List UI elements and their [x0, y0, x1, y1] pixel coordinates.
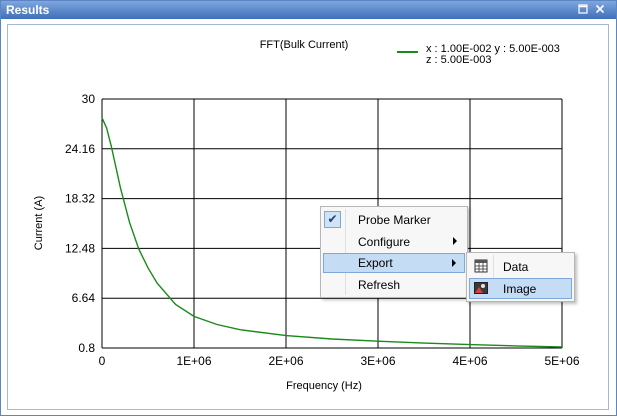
x-axis-label: Frequency (Hz)	[286, 380, 362, 392]
menu-item-configure[interactable]: Configure	[323, 232, 465, 252]
legend-line2: z : 5.00E-003	[426, 54, 491, 66]
chevron-right-icon	[453, 237, 457, 245]
y-tick-label: 18.32	[65, 192, 95, 206]
y-axis-label: Current (A)	[33, 196, 45, 250]
submenu-item-image[interactable]: Image	[469, 278, 572, 299]
context-menu: ✔ Probe Marker Configure Export Refresh	[320, 206, 468, 298]
y-tick-label: 12.48	[65, 241, 95, 255]
menu-item-probe-marker[interactable]: ✔ Probe Marker	[323, 210, 465, 230]
menu-item-label: Configure	[358, 235, 411, 249]
x-tick-label: 3E+06	[360, 354, 395, 368]
submenu-item-label: Data	[503, 260, 529, 274]
x-tick-label: 4E+06	[452, 354, 487, 368]
checkmark-icon: ✔	[324, 211, 341, 228]
x-tick-label: 1E+06	[176, 354, 211, 368]
chevron-right-icon	[452, 259, 456, 267]
y-tick-label: 24.16	[65, 142, 95, 156]
y-ticks: 30 24.16 18.32 12.48 6.64 0.8	[65, 92, 95, 355]
submenu-item-label: Image	[503, 282, 537, 296]
menu-item-label: Refresh	[358, 278, 401, 292]
x-ticks: 0 1E+06 2E+06 3E+06 4E+06 5E+06	[99, 354, 580, 368]
chart-title: FFT(Bulk Current)	[260, 39, 349, 51]
x-tick-label: 0	[99, 354, 106, 368]
menu-item-label: Probe Marker	[358, 213, 431, 227]
y-tick-label: 30	[82, 92, 96, 106]
image-icon	[474, 281, 488, 295]
y-tick-label: 0.8	[78, 341, 95, 355]
menu-item-export[interactable]: Export	[323, 253, 465, 273]
fft-chart[interactable]: FFT(Bulk Current) x : 1.00E-002 y : 5.00…	[0, 0, 617, 416]
export-submenu: Data Image	[466, 252, 575, 302]
x-tick-label: 2E+06	[268, 354, 303, 368]
data-icon	[474, 259, 488, 273]
submenu-item-data[interactable]: Data	[469, 256, 572, 277]
y-tick-label: 6.64	[72, 291, 96, 305]
menu-item-label: Export	[358, 256, 393, 270]
x-tick-label: 5E+06	[544, 354, 579, 368]
menu-item-refresh[interactable]: Refresh	[323, 275, 465, 295]
